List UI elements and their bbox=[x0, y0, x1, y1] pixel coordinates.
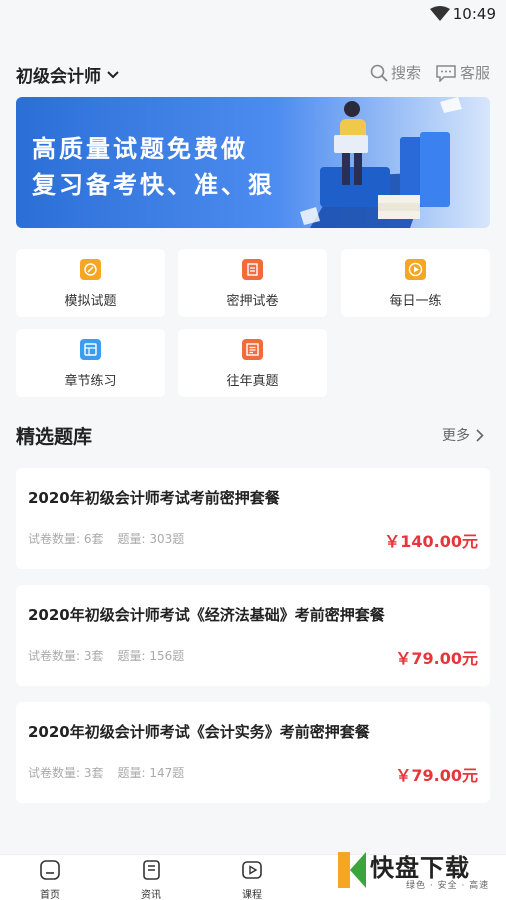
watermark-tagline: 绿色 · 安全 · 高速 bbox=[406, 881, 490, 891]
course-selector[interactable]: 初级会计师 bbox=[16, 62, 119, 87]
more-link[interactable]: 更多 bbox=[442, 425, 484, 445]
secret-paper-icon bbox=[242, 259, 263, 280]
question-count: 题量: 303题 bbox=[117, 532, 185, 546]
tile-daily-practice[interactable]: 每日一练 bbox=[341, 249, 490, 317]
banner-subline: 复习备考快、准、狠 bbox=[32, 171, 275, 199]
chat-bubble-icon bbox=[436, 64, 456, 82]
clock: 10:49 bbox=[452, 5, 496, 23]
tile-past-exam[interactable]: 往年真题 bbox=[178, 329, 327, 397]
daily-practice-icon bbox=[405, 259, 426, 280]
package-card[interactable]: 2020年初级会计师考试考前密押套餐 试卷数量: 6套 题量: 303题 ￥140… bbox=[16, 468, 490, 569]
banner-headline: 高质量试题免费做 bbox=[32, 135, 248, 163]
paper-count: 试卷数量: 3套 bbox=[28, 766, 104, 780]
tile-chapter-practice[interactable]: 章节练习 bbox=[16, 329, 165, 397]
paper-count: 试卷数量: 3套 bbox=[28, 649, 104, 663]
tab-label: 首页 bbox=[40, 890, 60, 900]
tile-mock-exam[interactable]: 模拟试题 bbox=[16, 249, 165, 317]
package-title: 2020年初级会计师考试《会计实务》考前密押套餐 bbox=[28, 723, 370, 741]
mock-exam-icon bbox=[80, 259, 101, 280]
tab-label: 课程 bbox=[242, 890, 262, 900]
tile-label: 章节练习 bbox=[64, 374, 117, 389]
package-meta: 试卷数量: 3套 题量: 147题 bbox=[28, 764, 184, 781]
tile-secret-paper[interactable]: 密押试卷 bbox=[178, 249, 327, 317]
top-header: 初级会计师 搜索 客服 bbox=[16, 58, 490, 90]
paper-count: 试卷数量: 6套 bbox=[28, 532, 104, 546]
search-icon bbox=[370, 64, 388, 82]
featured-section-header: 精选题库 更多 bbox=[16, 420, 490, 450]
tab-home[interactable]: 首页 bbox=[20, 859, 80, 900]
promo-banner[interactable]: 高质量试题免费做 复习备考快、准、狠 bbox=[16, 97, 490, 228]
tab-label: 资讯 bbox=[141, 890, 161, 900]
package-title: 2020年初级会计师考试《经济法基础》考前密押套餐 bbox=[28, 606, 385, 624]
question-count: 题量: 156题 bbox=[117, 649, 185, 663]
chapter-practice-icon bbox=[80, 339, 101, 360]
more-label: 更多 bbox=[442, 428, 470, 444]
question-count: 题量: 147题 bbox=[117, 766, 185, 780]
customer-service-button[interactable]: 客服 bbox=[435, 62, 490, 83]
section-title: 精选题库 bbox=[16, 426, 93, 448]
package-card[interactable]: 2020年初级会计师考试《经济法基础》考前密押套餐 试卷数量: 3套 题量: 15… bbox=[16, 585, 490, 686]
tile-label: 每日一练 bbox=[389, 294, 442, 309]
course-icon bbox=[242, 861, 262, 879]
package-price: ￥79.00元 bbox=[395, 766, 478, 785]
package-meta: 试卷数量: 3套 题量: 156题 bbox=[28, 647, 184, 664]
chevron-down-icon bbox=[107, 70, 119, 78]
brand-logo-icon bbox=[338, 852, 366, 888]
tile-label: 模拟试题 bbox=[64, 294, 117, 309]
package-price: ￥140.00元 bbox=[384, 532, 478, 551]
package-title: 2020年初级会计师考试考前密押套餐 bbox=[28, 489, 280, 507]
search-label: 搜索 bbox=[390, 64, 421, 82]
home-icon bbox=[40, 860, 60, 880]
watermark-logo: 快盘下载 绿色 · 安全 · 高速 bbox=[334, 846, 498, 896]
news-icon bbox=[143, 860, 160, 880]
service-label: 客服 bbox=[459, 64, 490, 82]
past-exam-icon bbox=[242, 339, 263, 360]
status-bar: 10:49 bbox=[0, 0, 506, 30]
package-card[interactable]: 2020年初级会计师考试《会计实务》考前密押套餐 试卷数量: 3套 题量: 147… bbox=[16, 702, 490, 803]
tile-label: 密押试卷 bbox=[226, 294, 279, 309]
search-button[interactable]: 搜索 bbox=[370, 62, 421, 83]
chevron-right-icon bbox=[476, 428, 484, 442]
wifi-icon bbox=[430, 6, 450, 21]
package-meta: 试卷数量: 6套 题量: 303题 bbox=[28, 530, 184, 547]
tab-news[interactable]: 资讯 bbox=[121, 859, 181, 900]
tab-course[interactable]: 课程 bbox=[222, 859, 282, 900]
tile-label: 往年真题 bbox=[226, 374, 279, 389]
course-name: 初级会计师 bbox=[16, 67, 101, 87]
banner-illustration bbox=[300, 97, 462, 228]
package-price: ￥79.00元 bbox=[395, 649, 478, 668]
